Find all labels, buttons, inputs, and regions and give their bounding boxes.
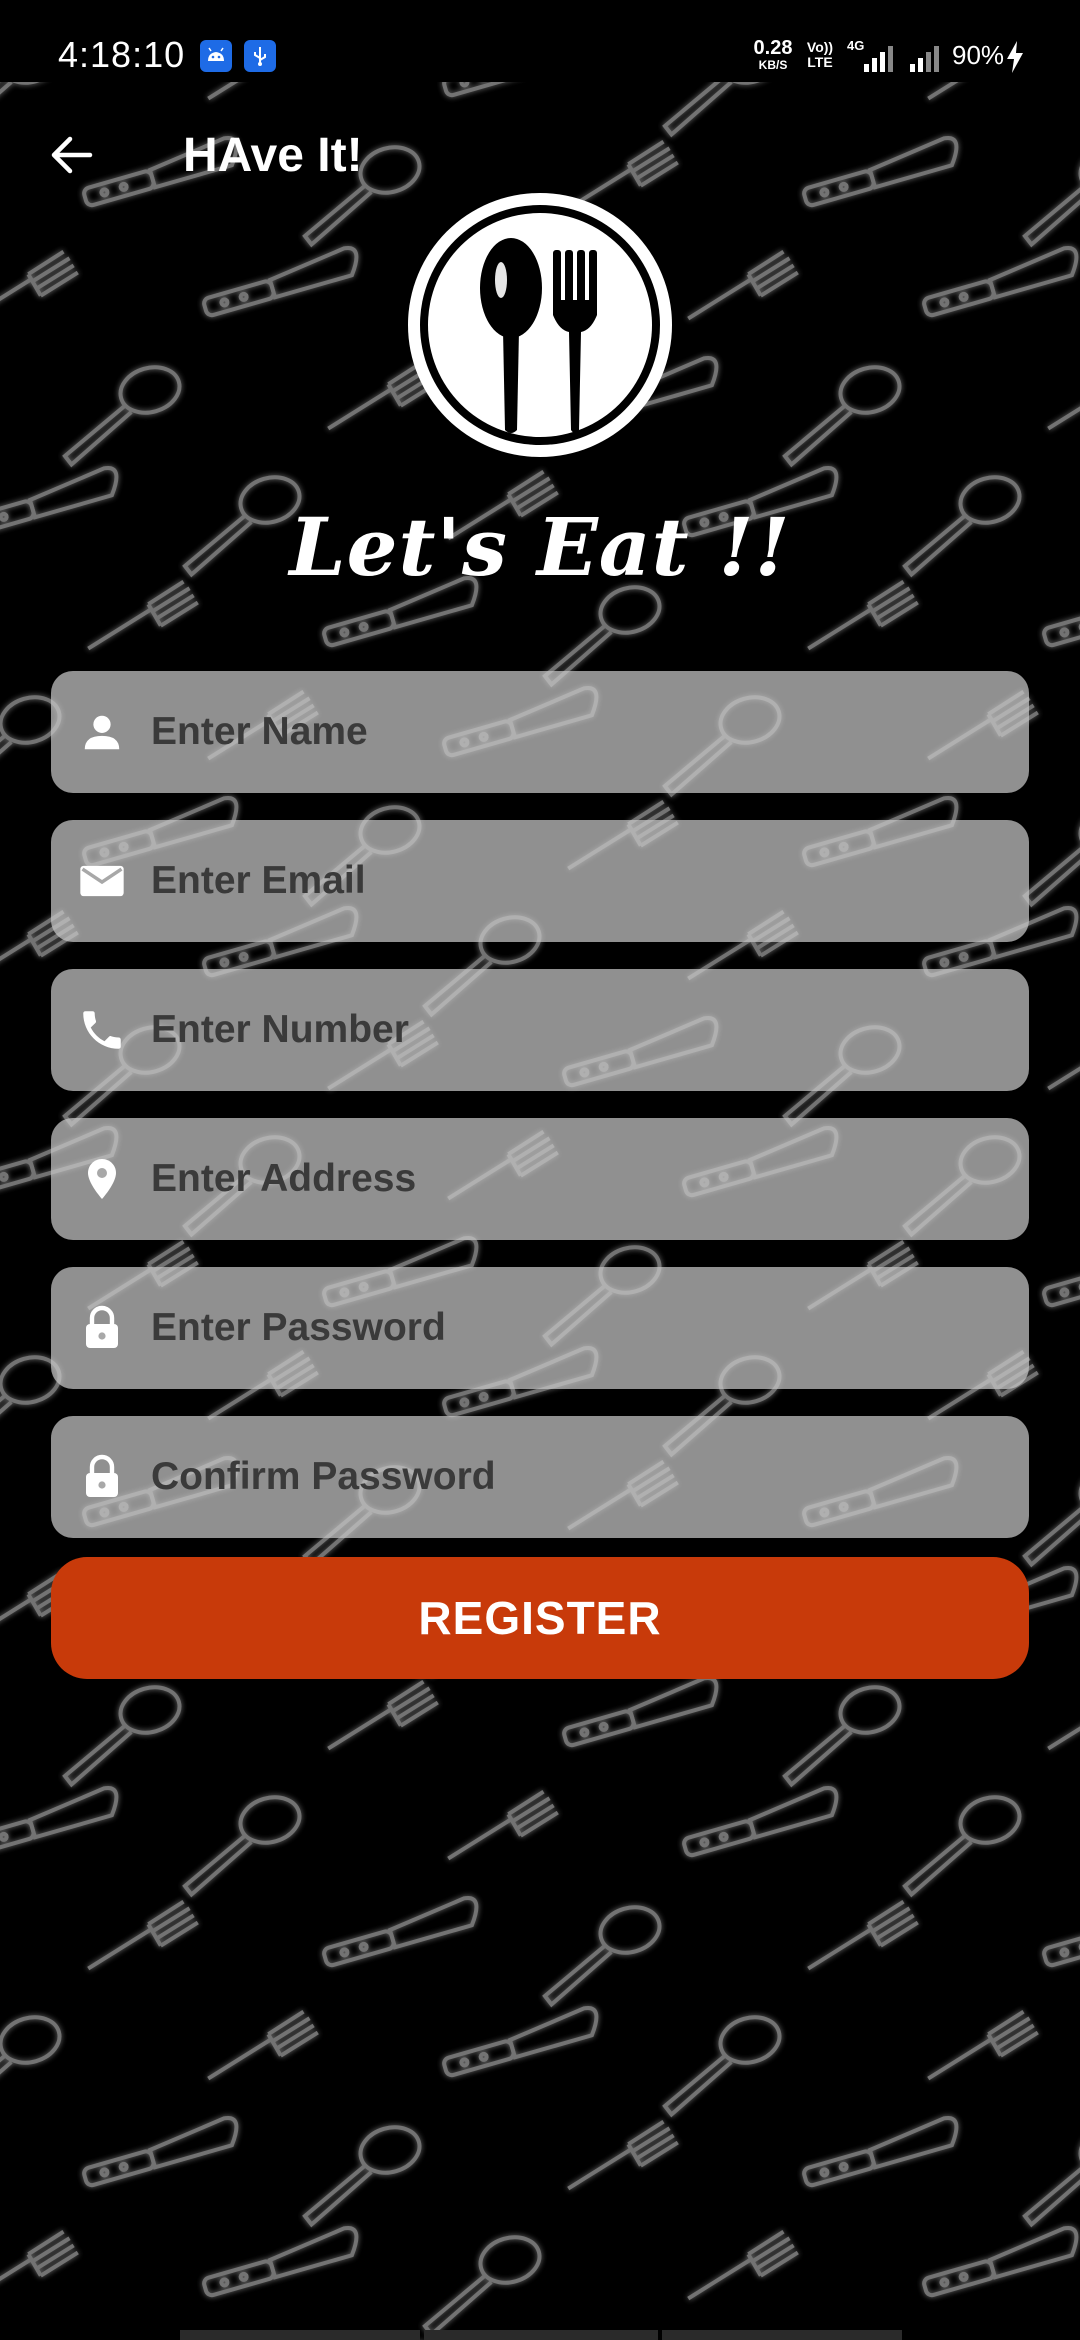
status-time: 4:18:10 — [58, 34, 186, 75]
fork-pattern-icon — [0, 247, 84, 321]
lock-icon — [41, 1416, 163, 1538]
email-field[interactable] — [51, 820, 1029, 942]
spoon-pattern-icon — [525, 578, 675, 688]
spoon-pattern-icon — [765, 358, 915, 468]
password-field[interactable] — [51, 1267, 1029, 1389]
address-input[interactable] — [151, 1118, 1029, 1240]
spoon-pattern-icon — [45, 358, 195, 468]
fork-pattern-icon — [1035, 357, 1080, 431]
fork-pattern-icon — [555, 2117, 684, 2191]
fork-pattern-icon — [795, 1897, 924, 1971]
lock-icon — [41, 1267, 163, 1389]
spoon-pattern-icon — [645, 2008, 795, 2118]
fork-pattern-icon — [0, 2227, 84, 2301]
nav-hint — [180, 2330, 420, 2340]
spoon-pattern-icon — [45, 1678, 195, 1788]
location-pin-icon — [41, 1118, 163, 1240]
fork-pattern-icon — [1035, 1677, 1080, 1751]
knife-pattern-icon — [77, 2113, 244, 2189]
volte-indicator: Vo)) LTE — [802, 40, 838, 69]
knife-pattern-icon — [557, 1673, 724, 1749]
spoon-pattern-icon — [405, 2228, 555, 2338]
signal-icon — [864, 46, 893, 72]
fork-pattern-icon — [315, 1677, 444, 1751]
spoon-pattern-icon — [285, 2118, 435, 2228]
number-field[interactable] — [51, 969, 1029, 1091]
register-button[interactable]: REGISTER — [51, 1557, 1029, 1679]
fork-pattern-icon — [675, 247, 804, 321]
spoon-pattern-icon — [165, 1788, 315, 1898]
knife-pattern-icon — [437, 2003, 604, 2079]
volte-top: Vo)) — [806, 39, 834, 55]
fork-pattern-icon — [435, 1787, 564, 1861]
email-icon — [41, 820, 163, 942]
knife-pattern-icon — [317, 1893, 484, 1969]
knife-pattern-icon — [1037, 1233, 1080, 1309]
spoon-pattern-icon — [525, 1898, 675, 2008]
fork-pattern-icon — [915, 2007, 1044, 2081]
charging-icon — [1007, 41, 1023, 73]
restaurant-logo-icon — [408, 193, 672, 457]
app-title: HAve It! — [183, 129, 363, 182]
knife-pattern-icon — [917, 2223, 1080, 2299]
knife-pattern-icon — [917, 243, 1080, 319]
name-field[interactable] — [51, 671, 1029, 793]
signal-icon-sim2 — [910, 46, 939, 72]
spoon-pattern-icon — [765, 1678, 915, 1788]
status-bar: 4:18:10 0.28 KB/S Vo)) LTE 4G 90% — [0, 0, 1080, 82]
usb-icon — [244, 40, 276, 72]
nav-hint — [662, 2330, 902, 2340]
fork-pattern-icon — [195, 2007, 324, 2081]
phone-icon — [41, 969, 163, 1091]
arrow-back-icon — [51, 136, 93, 174]
network-speed-unit: KB/S — [758, 58, 788, 72]
volte-bottom: LTE — [807, 53, 833, 70]
fork-pattern-icon — [75, 1897, 204, 1971]
email-input[interactable] — [151, 820, 1029, 942]
fork-pattern-icon — [1035, 1017, 1080, 1091]
knife-pattern-icon — [1037, 1893, 1080, 1969]
number-input[interactable] — [151, 969, 1029, 1091]
nav-hint — [424, 2330, 658, 2340]
knife-pattern-icon — [797, 2113, 964, 2189]
confirm-password-field[interactable] — [51, 1416, 1029, 1538]
tagline: Let's Eat !! — [289, 500, 791, 594]
address-field[interactable] — [51, 1118, 1029, 1240]
person-icon — [41, 671, 163, 793]
network-speed-value: 0.28 — [753, 37, 793, 59]
android-icon — [200, 40, 232, 72]
password-input[interactable] — [151, 1267, 1029, 1389]
network-speed: 0.28 KB/S — [750, 38, 796, 71]
knife-pattern-icon — [197, 2223, 364, 2299]
name-input[interactable] — [151, 671, 1029, 793]
back-button[interactable] — [36, 120, 106, 190]
confirm-password-input[interactable] — [151, 1416, 1029, 1538]
spoon-pattern-icon — [885, 1788, 1035, 1898]
knife-pattern-icon — [677, 1783, 844, 1859]
fork-pattern-icon — [675, 2227, 804, 2301]
spoon-pattern-icon — [0, 2008, 75, 2118]
knife-pattern-icon — [0, 1783, 124, 1859]
battery-level: 90% — [952, 40, 1005, 70]
knife-pattern-icon — [197, 243, 364, 319]
spoon-pattern-icon — [1005, 2118, 1080, 2228]
